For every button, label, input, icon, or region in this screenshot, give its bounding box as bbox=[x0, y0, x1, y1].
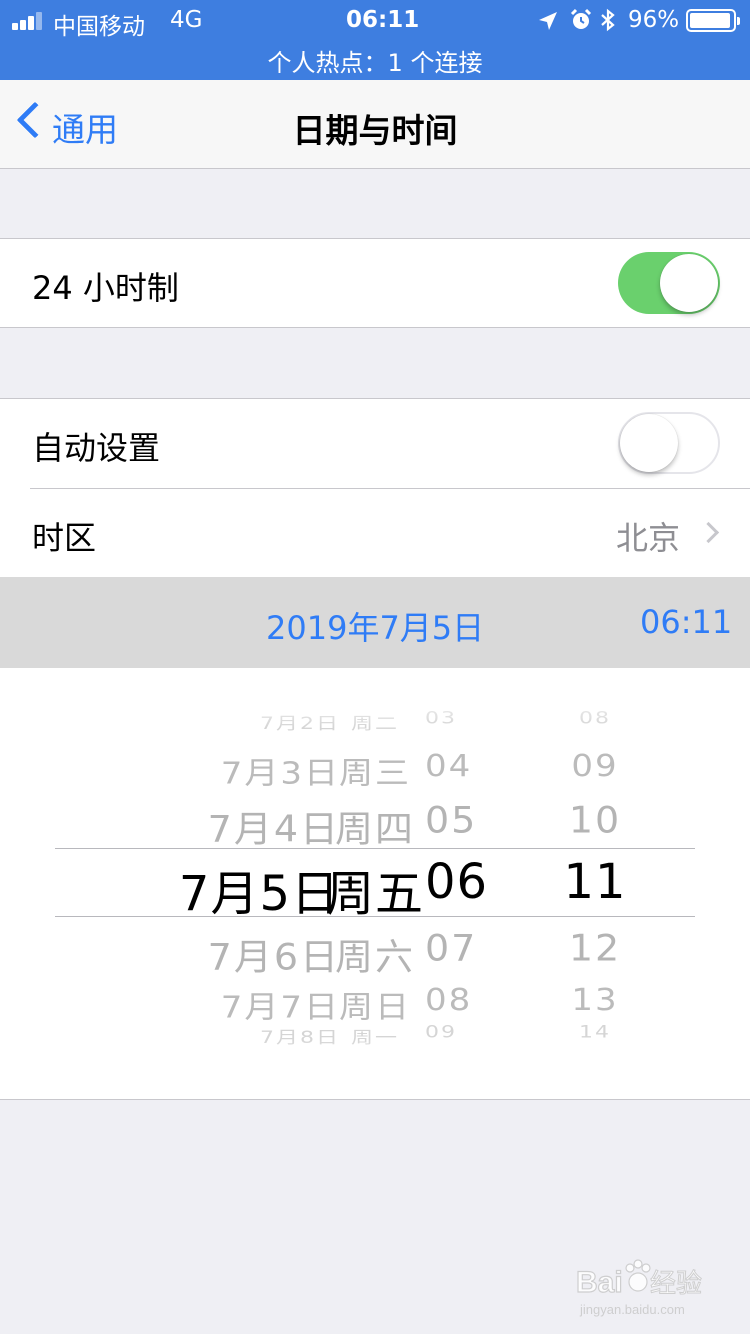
page-title: 日期与时间 bbox=[292, 111, 458, 150]
datetime-picker: 7月2日 7月3日 7月4日 7月5日 7月6日 7月7日 7月8日 周二 周三 周四 周五 周六周… bbox=[0, 668, 750, 1100]
picker-day-item: 7月3日 bbox=[220, 755, 340, 792]
location-icon bbox=[539, 12, 557, 30]
timezone-label: 时区 bbox=[32, 519, 97, 557]
picker-day-item: 7月5日 bbox=[178, 866, 340, 922]
picker-selection-bottom-line bbox=[55, 916, 695, 917]
picker-minute-item: 11 bbox=[563, 854, 627, 910]
picker-hour-item: 03 bbox=[425, 709, 457, 728]
hotspot-banner[interactable]: 个人热点：1 个连接 bbox=[0, 43, 750, 78]
picker-minute-item: 14 bbox=[579, 1023, 611, 1042]
weekday-wheel[interactable]: 周二周三周四周五周六周日 周一 bbox=[320, 668, 430, 1099]
auto-set-toggle[interactable] bbox=[618, 412, 720, 474]
day-wheel[interactable]: 7月2日 7月3日 7月4日 7月5日 7月6日 7月7日 7月8日 bbox=[150, 668, 340, 1099]
picker-weekday-item: 周二 bbox=[350, 714, 399, 734]
alarm-icon bbox=[570, 8, 592, 29]
timezone-row[interactable]: 时区 北京 bbox=[0, 489, 750, 578]
timezone-value: 北京 bbox=[615, 519, 680, 557]
picker-minute-item: 10 bbox=[568, 798, 622, 842]
selected-date: 2019年7月5日 bbox=[266, 609, 485, 647]
picker-minute-item: 08 bbox=[579, 709, 611, 728]
svg-text:jingyan.baidu.com: jingyan.baidu.com bbox=[579, 1302, 685, 1317]
picker-day-item: 7月7日 bbox=[220, 989, 340, 1026]
picker-hour-item: 06 bbox=[425, 854, 489, 910]
signal-icon bbox=[12, 12, 46, 30]
time-settings-group: 自动设置 时区 北京 bbox=[0, 398, 750, 578]
toggle-knob bbox=[660, 254, 718, 312]
picker-weekday-item: 周三 bbox=[339, 755, 411, 792]
picker-hour-item: 09 bbox=[425, 1023, 457, 1042]
hour-format-group: 24 小时制 bbox=[0, 238, 750, 328]
picker-selection-top-line bbox=[55, 848, 695, 849]
hour-wheel[interactable]: 03 04 05 06 07 08 09 bbox=[425, 668, 505, 1099]
auto-set-label: 自动设置 bbox=[32, 429, 161, 467]
carrier-label: 中国移动 bbox=[53, 14, 145, 40]
picker-minute-item: 13 bbox=[571, 982, 619, 1018]
picker-day-item: 7月6日 bbox=[207, 935, 340, 978]
navigation-bar: 通用 日期与时间 bbox=[0, 80, 750, 169]
picker-weekday-item: 周五 bbox=[325, 866, 424, 922]
picker-weekday-item: 周四 bbox=[334, 807, 415, 850]
battery-icon bbox=[686, 9, 740, 32]
selected-time: 06:11 bbox=[640, 603, 733, 641]
bluetooth-icon bbox=[601, 8, 615, 32]
picker-day-item: 7月8日 bbox=[260, 1028, 340, 1048]
picker-minute-item: 12 bbox=[568, 926, 622, 970]
hour24-label: 24 小时制 bbox=[32, 269, 179, 307]
selected-datetime-row[interactable]: 2019年7月5日 06:11 bbox=[0, 577, 750, 668]
network-label: 4G bbox=[170, 7, 203, 33]
picker-weekday-item: 周六 bbox=[334, 935, 415, 978]
picker-hour-item: 08 bbox=[425, 982, 473, 1018]
picker-weekday-item: 周一 bbox=[350, 1028, 399, 1048]
picker-day-item: 7月2日 bbox=[260, 714, 340, 734]
picker-hour-item: 05 bbox=[425, 798, 478, 842]
battery-percent: 96% bbox=[628, 7, 680, 33]
toggle-knob bbox=[620, 414, 678, 472]
hour24-toggle[interactable] bbox=[618, 252, 720, 314]
chevron-right-icon bbox=[697, 521, 720, 544]
baidu-jingyan-watermark: Bai 经验 jingyan.baidu.com bbox=[574, 1252, 724, 1322]
picker-hour-item: 07 bbox=[425, 926, 478, 970]
picker-weekday-item: 周日 bbox=[339, 989, 411, 1026]
minute-wheel[interactable]: 08 09 10 11 12 13 14 bbox=[555, 668, 635, 1099]
svg-text:Bai: Bai bbox=[576, 1266, 623, 1299]
status-bar: 中国移动 4G 06:11 96% 个人热点：1 个连接 bbox=[0, 0, 750, 80]
picker-hour-item: 04 bbox=[425, 748, 473, 784]
auto-set-row: 自动设置 bbox=[0, 399, 750, 488]
status-time: 06:11 bbox=[346, 7, 420, 33]
picker-minute-item: 09 bbox=[571, 748, 619, 784]
svg-text:经验: 经验 bbox=[650, 1268, 702, 1298]
picker-day-item: 7月4日 bbox=[207, 807, 340, 850]
hour24-row: 24 小时制 bbox=[0, 239, 750, 328]
